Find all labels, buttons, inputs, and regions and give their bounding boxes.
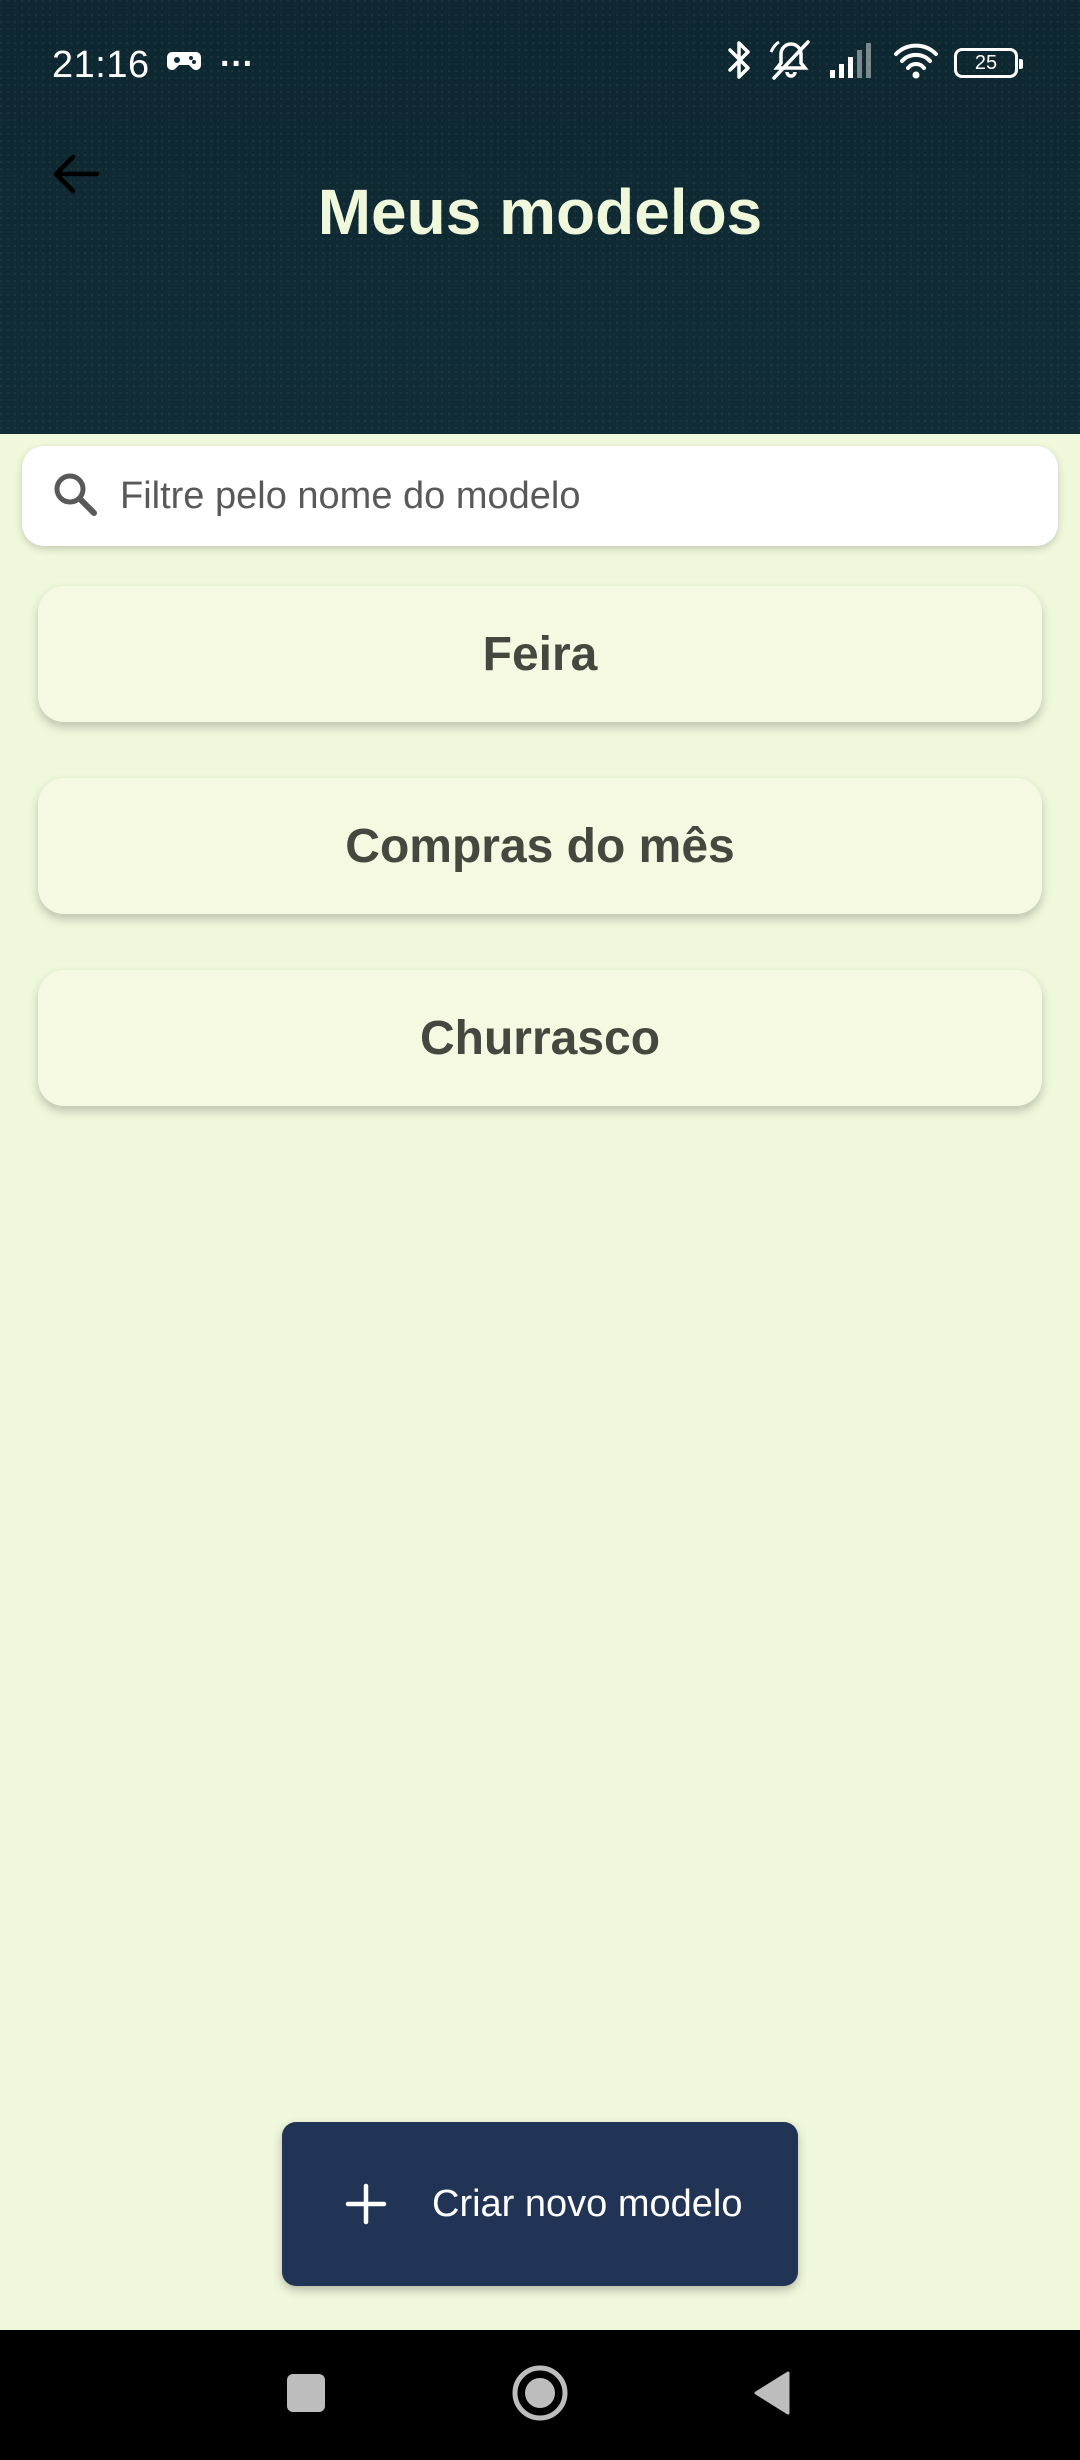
bluetooth-icon bbox=[724, 38, 754, 87]
model-card-feira[interactable]: Feira bbox=[38, 586, 1042, 722]
status-left-icons: ··· bbox=[166, 46, 254, 81]
recents-button[interactable] bbox=[246, 2330, 366, 2460]
status-right-icons: 25 bbox=[724, 38, 1023, 87]
page-title: Meus modelos bbox=[317, 176, 763, 248]
model-card-churrasco[interactable]: Churrasco bbox=[38, 970, 1042, 1106]
search-input[interactable] bbox=[118, 465, 1022, 527]
search-icon bbox=[50, 469, 100, 524]
more-dots-icon: ··· bbox=[220, 44, 254, 83]
model-card-label: Churrasco bbox=[419, 1011, 661, 1065]
system-nav-bar bbox=[0, 2330, 1080, 2460]
mute-icon bbox=[768, 38, 814, 87]
status-time: 21:16 bbox=[52, 44, 150, 86]
model-card-compras-do-mes[interactable]: Compras do mês bbox=[38, 778, 1042, 914]
search-bar[interactable] bbox=[22, 446, 1058, 546]
back-triangle-icon bbox=[750, 2369, 794, 2422]
battery-icon: 25 bbox=[954, 47, 1023, 78]
app-header: 21:16 ··· 25 Meus modelos bbox=[0, 0, 1080, 434]
signal-icon bbox=[828, 40, 878, 85]
game-controller-icon bbox=[166, 46, 202, 81]
plus-icon bbox=[342, 2180, 390, 2228]
home-button[interactable] bbox=[480, 2330, 600, 2460]
model-card-label: Compras do mês bbox=[345, 819, 735, 873]
create-model-label: Criar novo modelo bbox=[432, 2182, 743, 2225]
wifi-icon bbox=[892, 40, 940, 85]
battery-level: 25 bbox=[974, 51, 998, 74]
status-bar: 21:16 ··· 25 bbox=[0, 0, 1080, 130]
recents-square-icon bbox=[284, 2371, 328, 2420]
create-model-button[interactable]: Criar novo modelo bbox=[282, 2122, 798, 2286]
model-card-label: Feira bbox=[482, 627, 598, 681]
nav-back-button[interactable] bbox=[712, 2330, 832, 2460]
home-circle-icon bbox=[511, 2364, 569, 2427]
